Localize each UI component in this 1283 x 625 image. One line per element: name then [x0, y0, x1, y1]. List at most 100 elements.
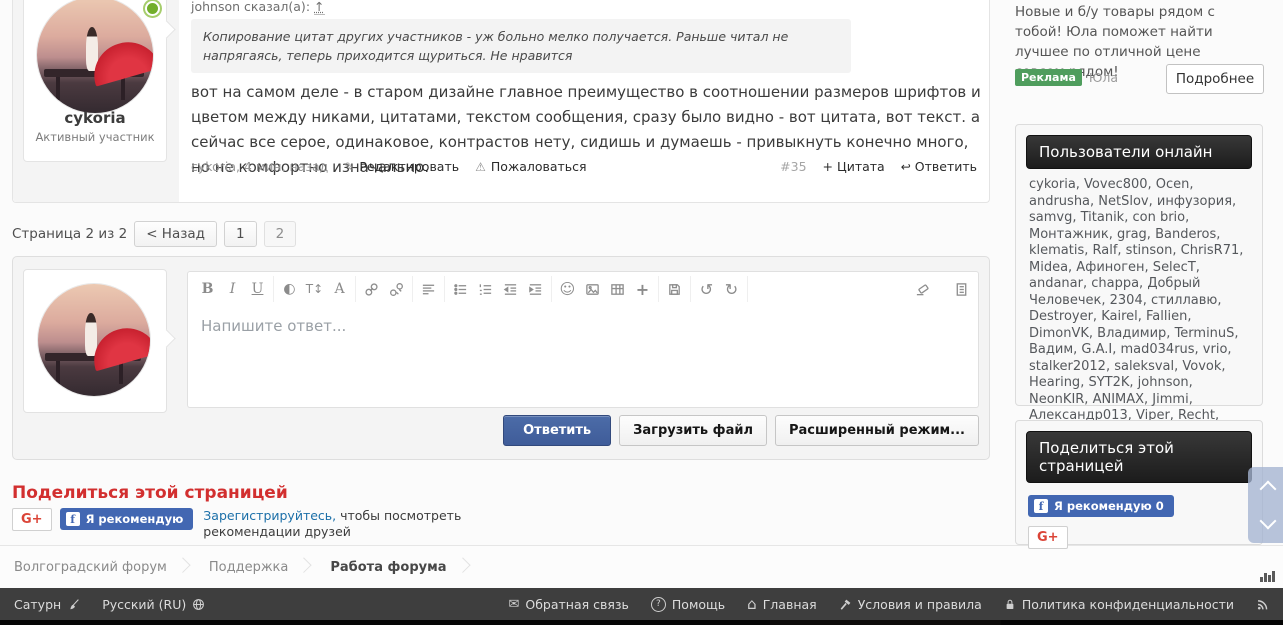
- style-chooser-label: Сатурн: [14, 597, 61, 612]
- font-size-icon[interactable]: T↕: [302, 277, 327, 302]
- online-indicator-icon: [145, 1, 160, 16]
- avatar[interactable]: [37, 0, 153, 113]
- quick-reply-editor: B I U ◐ T↕ A ☺: [12, 256, 990, 460]
- outdent-icon[interactable]: [498, 277, 523, 302]
- post-author-name[interactable]: cykoria: [24, 109, 166, 127]
- redo-icon[interactable]: ↻: [719, 277, 744, 302]
- home-link[interactable]: ⌂ Главная: [747, 595, 817, 613]
- gplus-share-button[interactable]: G+: [12, 508, 52, 531]
- font-family-icon[interactable]: A: [327, 277, 352, 302]
- source-mode-icon[interactable]: [949, 277, 974, 302]
- register-hint: Зарегистрируйтесь, чтобы посмотреть реко…: [203, 508, 503, 540]
- reply-label: Ответить: [915, 159, 977, 174]
- register-link[interactable]: Зарегистрируйтесь,: [203, 508, 336, 523]
- gplus-share-button-sidebar[interactable]: G+: [1028, 526, 1068, 549]
- post-meta[interactable]: cykoria, 4 мин. назад: [191, 159, 328, 174]
- prev-page-button[interactable]: < Назад: [134, 221, 217, 247]
- page-2-button[interactable]: 2: [264, 221, 297, 247]
- post-number[interactable]: #35: [780, 159, 806, 174]
- fb-like-button[interactable]: f Я рекомендую: [60, 508, 194, 530]
- chevron-right-icon: [302, 552, 316, 582]
- unordered-list-icon[interactable]: [448, 277, 473, 302]
- style-chooser[interactable]: Сатурн: [14, 597, 80, 612]
- report-label: Пожаловаться: [491, 159, 587, 174]
- smilies-icon[interactable]: ☺: [555, 277, 580, 302]
- reply-arrow-icon: ↩: [901, 160, 911, 174]
- page-1-button[interactable]: 1: [224, 221, 257, 247]
- terms-label: Условия и правила: [858, 597, 982, 612]
- bold-icon[interactable]: B: [195, 277, 220, 302]
- editor-avatar[interactable]: [38, 284, 150, 396]
- indent-icon[interactable]: [523, 277, 548, 302]
- breadcrumb-item-current[interactable]: Работа форума: [330, 560, 446, 575]
- privacy-label: Политика конфиденциальности: [1022, 597, 1234, 612]
- quote-attribution-text: johnson сказал(а):: [191, 0, 310, 14]
- pencil-icon: ✎: [344, 160, 354, 174]
- online-users-heading: Пользователи онлайн: [1026, 135, 1252, 169]
- help-icon: ?: [651, 597, 666, 612]
- undo-icon[interactable]: ↺: [694, 277, 719, 302]
- post-footer: cykoria, 4 мин. назад ✎ Редактировать ⚠ …: [191, 159, 977, 174]
- ordered-list-icon[interactable]: [473, 277, 498, 302]
- language-label: Русский (RU): [102, 597, 186, 612]
- text-color-icon[interactable]: ◐: [277, 277, 302, 302]
- ad-brand: Юла: [1089, 70, 1118, 85]
- insert-more-icon[interactable]: +: [630, 277, 655, 302]
- table-icon[interactable]: [605, 277, 630, 302]
- ad-more-button[interactable]: Подробнее: [1166, 64, 1264, 94]
- editor-card-tail: [157, 329, 175, 347]
- edit-button[interactable]: ✎ Редактировать: [344, 159, 459, 174]
- advanced-mode-button[interactable]: Расширенный режим...: [775, 415, 979, 446]
- fb-like-label: Я рекомендую: [86, 512, 184, 526]
- unlink-icon[interactable]: [384, 277, 409, 302]
- link-icon[interactable]: [359, 277, 384, 302]
- paintbrush-icon: [67, 598, 80, 611]
- breadcrumb-item-support[interactable]: Поддержка: [209, 560, 289, 575]
- quote-block: Копирование цитат других участников - уж…: [191, 19, 851, 73]
- image-icon[interactable]: [580, 277, 605, 302]
- share-page-block: Поделиться этой страницей f Я рекомендую…: [1015, 420, 1263, 545]
- post-message: cykoria Активный участник johnson сказал…: [12, 0, 990, 203]
- scroll-widget: [1248, 467, 1283, 543]
- reply-link[interactable]: ↩ Ответить: [901, 159, 977, 174]
- help-link[interactable]: ? Помощь: [651, 597, 725, 612]
- scroll-up-button[interactable]: [1260, 481, 1277, 498]
- rss-link[interactable]: [1256, 598, 1269, 611]
- home-icon: ⌂: [747, 595, 757, 613]
- quote-jump-link[interactable]: ↑: [314, 0, 324, 15]
- fb-like-button-sidebar[interactable]: f Я рекомендую 0: [1028, 495, 1174, 517]
- avatar-bench-leg: [121, 77, 126, 100]
- scroll-down-button[interactable]: [1260, 513, 1277, 530]
- report-button[interactable]: ⚠ Пожаловаться: [475, 159, 586, 174]
- warning-icon: ⚠: [475, 160, 486, 174]
- editor-user-card: [23, 269, 167, 413]
- contact-link[interactable]: ✉ Обратная связь: [508, 597, 628, 612]
- alignment-icon[interactable]: [416, 277, 441, 302]
- privacy-link[interactable]: Политика конфиденциальности: [1004, 597, 1234, 612]
- post-author-title: Активный участник: [24, 130, 166, 144]
- share-block-heading: Поделиться этой страницей: [1026, 431, 1252, 483]
- language-chooser[interactable]: Русский (RU): [102, 597, 205, 612]
- online-users-list[interactable]: cykoria, Vovec800, Ocen, andrusha, NetSl…: [1029, 177, 1249, 441]
- counter-icon: [1260, 571, 1275, 582]
- reply-input[interactable]: Напишите ответ...: [187, 306, 979, 408]
- breadcrumb-item-forum[interactable]: Волгоградский форум: [14, 560, 167, 575]
- quote-button[interactable]: + Цитата: [823, 159, 885, 174]
- drafts-icon[interactable]: [662, 277, 687, 302]
- contact-label: Обратная связь: [525, 597, 629, 612]
- upload-file-button[interactable]: Загрузить файл: [619, 415, 767, 446]
- terms-link[interactable]: Условия и правила: [839, 597, 982, 612]
- home-label: Главная: [763, 597, 817, 612]
- editor-buttons: Ответить Загрузить файл Расширенный режи…: [503, 415, 979, 446]
- ad-badge: Реклама: [1015, 69, 1082, 86]
- facebook-icon: f: [1034, 499, 1048, 513]
- reply-button[interactable]: Ответить: [503, 415, 611, 446]
- fb-like-sidebar-label: Я рекомендую 0: [1054, 499, 1164, 513]
- share-page-heading: Поделиться этой страницей: [12, 483, 288, 503]
- italic-icon[interactable]: I: [220, 277, 245, 302]
- remove-format-icon[interactable]: [910, 277, 935, 302]
- gavel-icon: [839, 598, 852, 611]
- underline-icon[interactable]: U: [245, 277, 270, 302]
- facebook-icon: f: [66, 512, 80, 526]
- ad-meta: Реклама Юла: [1015, 69, 1118, 86]
